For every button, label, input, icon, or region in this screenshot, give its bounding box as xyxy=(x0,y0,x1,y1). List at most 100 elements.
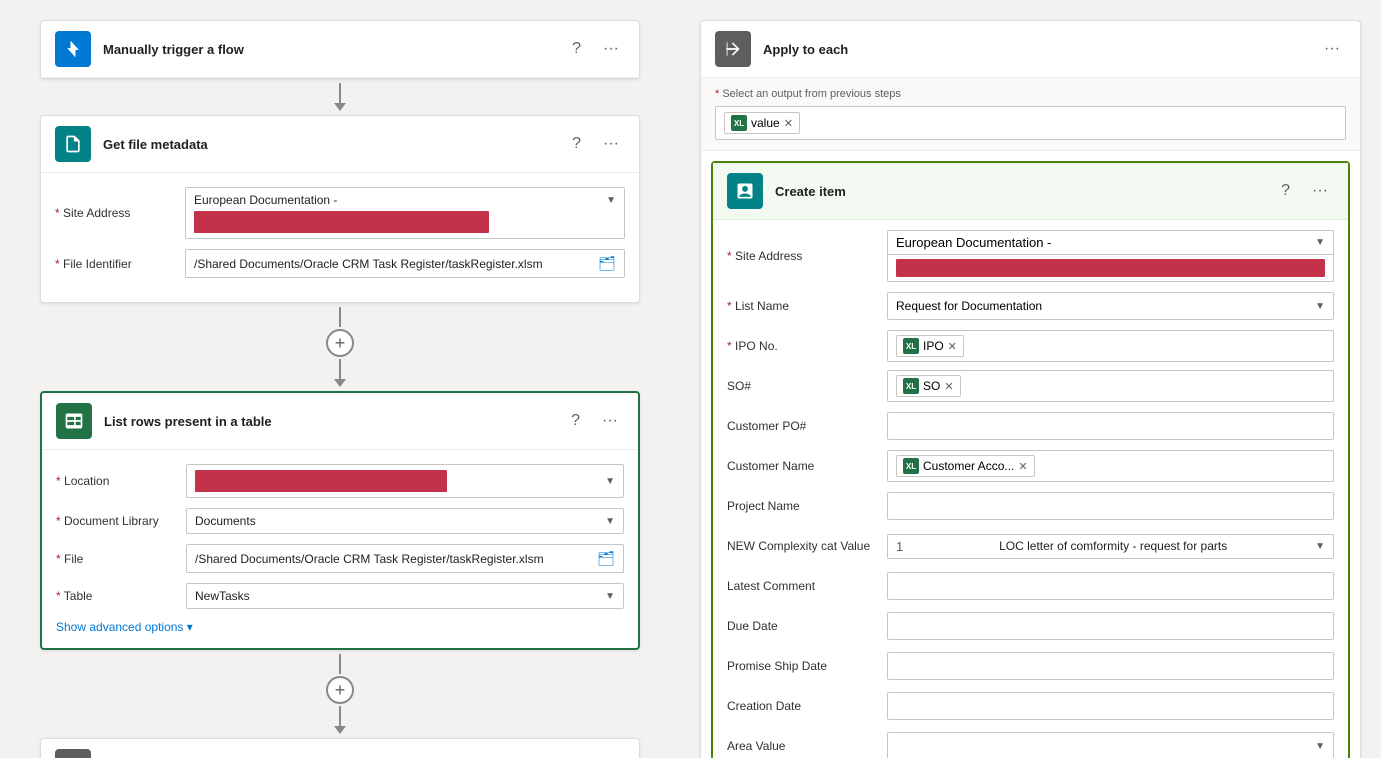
apply-each-collapsed-card: Apply to each ··· xyxy=(40,738,640,758)
customer-name-tag: XL Customer Acco... ✕ xyxy=(896,455,1035,477)
create-customer-name-input[interactable]: XL Customer Acco... ✕ xyxy=(887,450,1334,482)
location-label: Location xyxy=(56,474,186,488)
create-complexity-row: NEW Complexity cat Value 1 LOC letter of… xyxy=(727,530,1334,562)
complexity-num: 1 xyxy=(896,539,903,554)
create-item-actions: ? ··· xyxy=(1275,180,1334,202)
arrow-line-5 xyxy=(339,706,341,726)
list-rows-help-button[interactable]: ? xyxy=(565,410,586,432)
list-rows-more-button[interactable]: ··· xyxy=(596,410,624,432)
value-tag-remove[interactable]: ✕ xyxy=(784,117,793,130)
create-creation-date-row: Creation Date xyxy=(727,690,1334,722)
create-area-value-input[interactable]: ▼ xyxy=(887,732,1334,758)
file-metadata-header: Get file metadata ? ··· xyxy=(41,116,639,173)
add-step-circle-2[interactable]: + xyxy=(326,676,354,704)
file-row: File /Shared Documents/Oracle CRM Task R… xyxy=(56,544,624,573)
so-tag: XL SO ✕ xyxy=(896,375,961,397)
site-address-text: European Documentation - xyxy=(194,193,337,207)
ipo-tag-remove[interactable]: ✕ xyxy=(948,340,957,353)
add-step-circle-1[interactable]: + xyxy=(326,329,354,357)
create-item-help-button[interactable]: ? xyxy=(1275,180,1296,202)
create-customer-name-label: Customer Name xyxy=(727,459,887,473)
value-tag: XL value ✕ xyxy=(724,112,800,134)
trigger-title: Manually trigger a flow xyxy=(103,42,566,57)
apply-each-collapsed-header: Apply to each ··· xyxy=(41,739,639,758)
create-so-input[interactable]: XL SO ✕ xyxy=(887,370,1334,402)
trigger-help-button[interactable]: ? xyxy=(566,38,587,60)
file-metadata-actions: ? ··· xyxy=(566,133,625,155)
create-site-address-input[interactable]: European Documentation - ▼ xyxy=(887,230,1334,282)
create-list-name-text: Request for Documentation xyxy=(896,299,1042,313)
so-tag-icon: XL xyxy=(903,378,919,394)
arrow-line-3 xyxy=(339,359,341,379)
file-browse-icon-2[interactable]: 🗂 xyxy=(597,550,615,567)
create-complexity-input[interactable]: 1 LOC letter of comformity - request for… xyxy=(887,534,1334,559)
site-addr-arrow: ▼ xyxy=(1315,237,1325,248)
create-customer-po-row: Customer PO# xyxy=(727,410,1334,442)
create-so-label: SO# xyxy=(727,379,887,393)
create-area-value-label: Area Value xyxy=(727,739,887,753)
apply-each-container: Apply to each ··· Select an output from … xyxy=(700,20,1361,758)
apply-each-right-actions: ··· xyxy=(1318,38,1346,60)
table-input[interactable]: NewTasks ▼ xyxy=(186,583,624,609)
file-id-text: /Shared Documents/Oracle CRM Task Regist… xyxy=(194,257,543,271)
file-id-input[interactable]: /Shared Documents/Oracle CRM Task Regist… xyxy=(185,249,625,278)
arrow-line-4 xyxy=(339,654,341,674)
create-list-name-input[interactable]: Request for Documentation ▼ xyxy=(887,292,1334,320)
so-tag-remove[interactable]: ✕ xyxy=(944,380,953,393)
list-rows-title: List rows present in a table xyxy=(104,414,565,429)
tag-container[interactable]: XL value ✕ xyxy=(715,106,1346,140)
create-latest-comment-label: Latest Comment xyxy=(727,579,887,593)
site-address-row: Site Address European Documentation - ▼ xyxy=(55,187,625,239)
table-text: NewTasks xyxy=(195,589,250,603)
site-addr-text: European Documentation - xyxy=(896,235,1051,250)
doc-library-input[interactable]: Documents ▼ xyxy=(186,508,624,534)
table-row: Table NewTasks ▼ xyxy=(56,583,624,609)
doc-library-text: Documents xyxy=(195,514,256,528)
apply-each-right-icon xyxy=(715,31,751,67)
create-latest-comment-input[interactable] xyxy=(887,572,1334,600)
list-rows-body: Location ▼ Document Library Documents ▼ … xyxy=(42,450,638,648)
file-metadata-more-button[interactable]: ··· xyxy=(597,133,625,155)
arrow-line xyxy=(339,83,341,103)
value-tag-icon-text: XL xyxy=(734,119,744,128)
file-metadata-icon xyxy=(55,126,91,162)
create-project-name-input[interactable] xyxy=(887,492,1334,520)
create-item-more-button[interactable]: ··· xyxy=(1306,180,1334,202)
show-advanced-button[interactable]: Show advanced options ▾ xyxy=(56,620,193,634)
site-address-label: Site Address xyxy=(55,206,185,220)
customer-tag-remove[interactable]: ✕ xyxy=(1018,460,1027,473)
doc-library-arrow: ▼ xyxy=(605,516,615,527)
create-promise-date-input[interactable] xyxy=(887,652,1334,680)
create-due-date-input[interactable] xyxy=(887,612,1334,640)
site-addr-top: European Documentation - ▼ xyxy=(888,231,1333,255)
location-red-bar xyxy=(195,470,447,492)
trigger-more-button[interactable]: ··· xyxy=(597,38,625,60)
arrow-head-3 xyxy=(334,726,346,734)
site-address-input[interactable]: European Documentation - ▼ xyxy=(185,187,625,239)
site-address-red-bar xyxy=(194,211,489,233)
create-customer-name-row: Customer Name XL Customer Acco... ✕ xyxy=(727,450,1334,482)
create-customer-po-input[interactable] xyxy=(887,412,1334,440)
arrow-line-2 xyxy=(339,307,341,327)
create-area-value-row: Area Value ▼ xyxy=(727,730,1334,758)
doc-library-row: Document Library Documents ▼ xyxy=(56,508,624,534)
file-metadata-help-button[interactable]: ? xyxy=(566,133,587,155)
apply-each-right-title: Apply to each xyxy=(763,42,1318,57)
file-metadata-title: Get file metadata xyxy=(103,137,566,152)
trigger-actions: ? ··· xyxy=(566,38,625,60)
create-creation-date-input[interactable] xyxy=(887,692,1334,720)
file-input[interactable]: /Shared Documents/Oracle CRM Task Regist… xyxy=(186,544,624,573)
location-input[interactable]: ▼ xyxy=(186,464,624,498)
create-project-name-row: Project Name xyxy=(727,490,1334,522)
create-list-name-row: List Name Request for Documentation ▼ xyxy=(727,290,1334,322)
file-browse-icon[interactable]: 🗂 xyxy=(598,255,616,272)
apply-each-right-more-button[interactable]: ··· xyxy=(1318,38,1346,60)
connector-2: + xyxy=(326,307,354,387)
create-item-header: Create item ? ··· xyxy=(713,163,1348,220)
connector-1 xyxy=(334,83,346,111)
left-panel: Manually trigger a flow ? ··· Get file m… xyxy=(0,0,680,758)
create-site-address-label: Site Address xyxy=(727,249,887,263)
create-ipo-input[interactable]: XL IPO ✕ xyxy=(887,330,1334,362)
create-item-card: Create item ? ··· Site Address European … xyxy=(711,161,1350,758)
arrow-head-2 xyxy=(334,379,346,387)
